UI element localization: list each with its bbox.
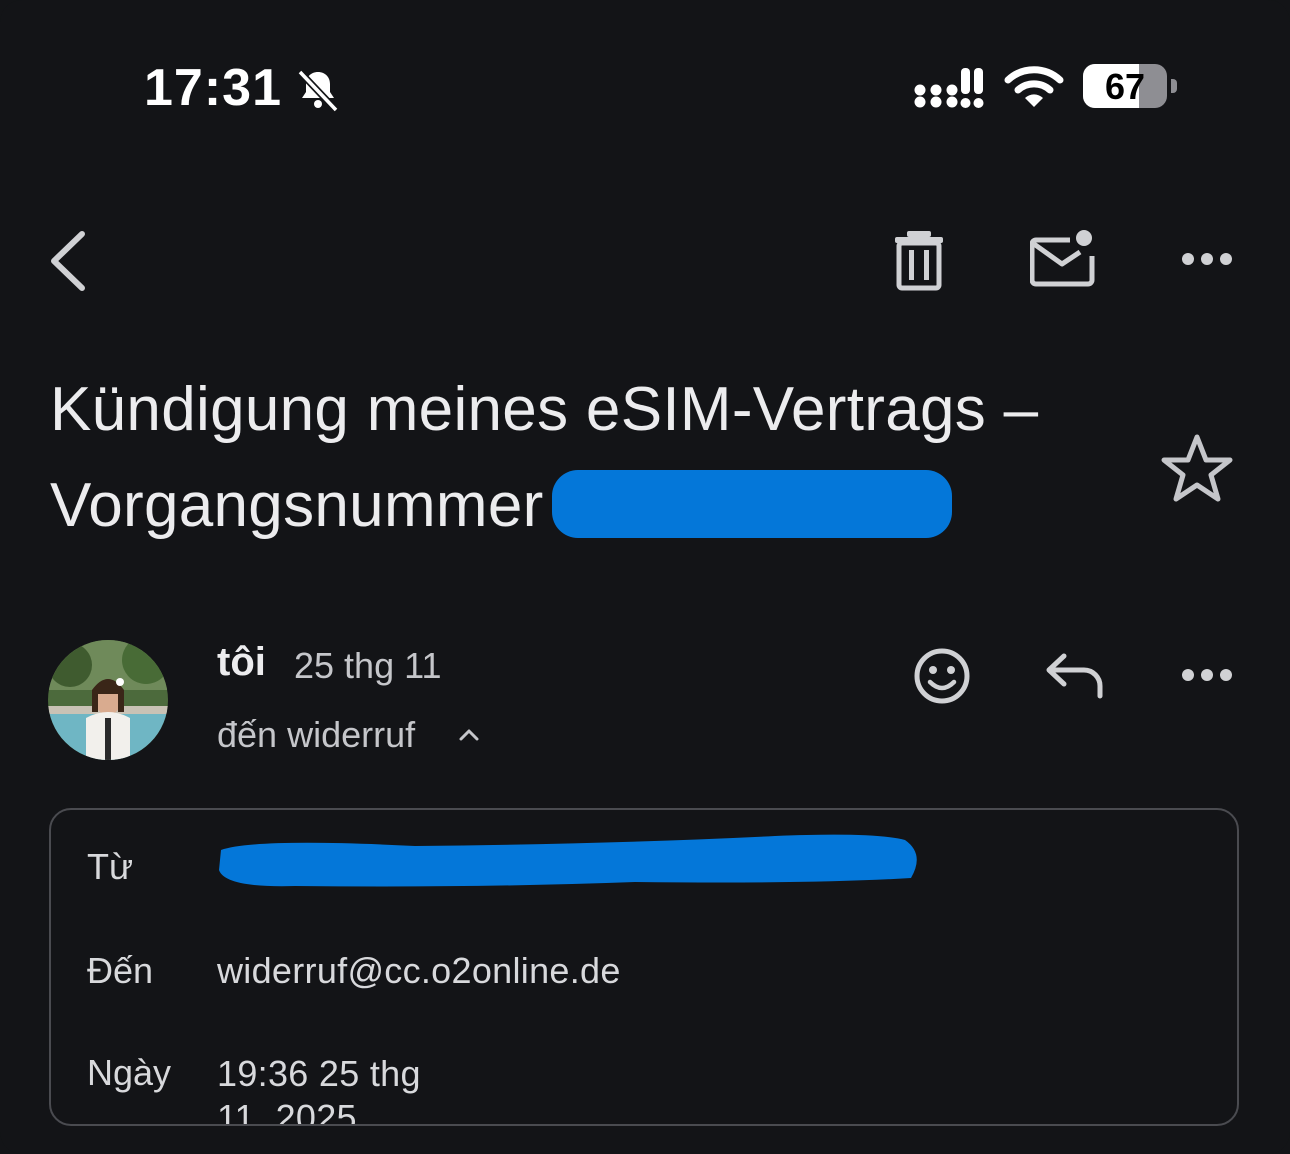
star-icon[interactable] [1160,432,1234,504]
sender-avatar[interactable] [48,640,168,760]
sender-name: tôi [217,640,266,684]
chevron-up-icon[interactable] [456,722,482,748]
message-more-icon[interactable] [1180,662,1234,688]
bell-slash-icon [297,69,339,113]
email-date: 25 thg 11 [294,645,442,686]
date-label: Ngày [87,1052,172,1093]
redaction-mark [219,834,917,887]
battery-percent: 67 [1104,66,1146,107]
date-value: 19:36 25 thg 11, 2025 [217,1053,421,1126]
to-address[interactable]: widerruf@cc.o2online.de [217,950,621,992]
email-subject: Kündigung meines eSIM-Vertrags – Vorgang… [50,362,1110,554]
trash-icon[interactable] [892,228,946,292]
message-details-panel: Từ Đến widerruf@cc.o2online.de Ngày 19:3… [49,808,1239,1126]
mark-unread-icon[interactable] [1030,228,1096,288]
emoji-reaction-icon[interactable] [912,646,972,706]
reply-icon[interactable] [1044,650,1106,700]
email-screen: 17:31 67 Kündigung meines eSIM-Vertrags … [0,0,1290,1154]
status-time: 17:31 [144,59,282,117]
back-chevron-icon[interactable] [44,226,92,296]
redaction-mark [551,469,952,538]
battery-indicator: 67 [1083,64,1179,110]
cellular-signal-icon [914,68,984,108]
to-label: Đến [87,950,154,991]
more-horizontal-icon[interactable] [1180,246,1234,272]
recipient-summary[interactable]: đến widerruf [217,714,415,756]
from-label: Từ [87,846,134,887]
wifi-icon [1004,66,1064,107]
